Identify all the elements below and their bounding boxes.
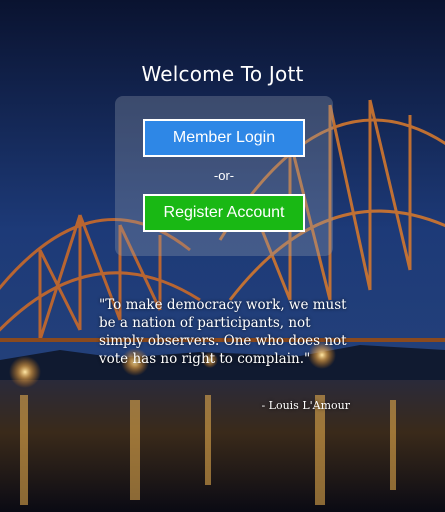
welcome-title: Welcome To Jott [141, 62, 304, 86]
quote-author: - Louis L'Amour [261, 399, 350, 412]
quote-text: "To make democracy work, we must be a na… [99, 297, 347, 367]
member-login-button[interactable]: Member Login [143, 119, 305, 157]
register-account-button[interactable]: Register Account [143, 194, 305, 232]
or-separator: -or- [213, 168, 235, 183]
